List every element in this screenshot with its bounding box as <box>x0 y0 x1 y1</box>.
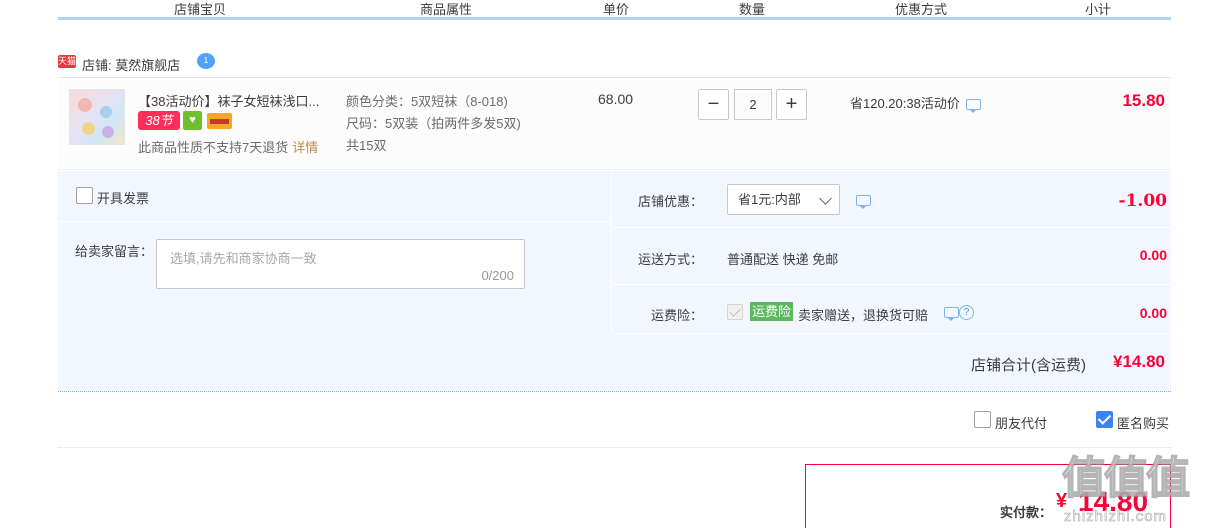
header-col-qty: 数量 <box>739 2 766 17</box>
unit-price: 68.00 <box>598 91 634 107</box>
payment-amount: 14.80 <box>1078 486 1149 517</box>
qty-decrease-button[interactable]: − <box>698 89 729 120</box>
product-title-link[interactable]: 【38活动价】袜子女短袜浅口... <box>138 91 319 110</box>
shipping-amount: 0.00 <box>1139 247 1167 263</box>
shop-discount-label: 店铺优惠： <box>637 194 703 209</box>
no-return-text: 此商品性质不支持7天退货 <box>138 140 289 155</box>
insurance-text: 卖家赠送，退换货可赔 <box>798 308 929 323</box>
invoice-label[interactable]: 开具发票 <box>97 188 149 207</box>
insurance-label: 运费险： <box>650 308 703 323</box>
header-divider <box>547 0 549 2</box>
badge-gift-icon: ♥ <box>183 111 202 130</box>
insurance-amount: 0.00 <box>1139 305 1167 321</box>
insurance-row: 运费险： 运费险 卖家赠送，退换货可赔 ? 0.00 <box>613 285 1171 334</box>
discount-text: 省120.20:38活动价 <box>850 96 960 111</box>
product-thumbnail[interactable] <box>69 89 125 145</box>
extras-row: 朋友代付 匿名购买 <box>58 393 1171 448</box>
shipping-label: 运送方式： <box>637 252 703 267</box>
shop-discount-amount: -1.00 <box>1118 191 1167 211</box>
prop-size: 尺码：5双装（拍两件多发5双) <box>346 116 521 131</box>
no-return-notice: 此商品性质不支持7天退货 详情 <box>138 137 318 156</box>
seller-message-textarea[interactable]: 选填,请先和商家协商一致 0/200 <box>156 239 525 289</box>
help-icon[interactable]: ? <box>959 305 974 320</box>
wangwang-chat-icon[interactable]: 1 <box>197 53 215 69</box>
discount-info: 省120.20:38活动价 <box>850 93 981 113</box>
chevron-down-icon <box>819 192 832 205</box>
header-divider <box>684 0 686 2</box>
cart-table-header: 店铺宝贝 商品属性 单价 数量 优惠方式 小计 <box>58 0 1171 20</box>
comment-icon[interactable] <box>944 307 959 321</box>
qty-increase-button[interactable]: + <box>776 89 807 120</box>
message-label: 给卖家留言： <box>75 244 154 259</box>
options-left-column: 开具发票 给卖家留言： 选填,请先和商家协商一致 0/200 <box>58 171 612 333</box>
header-divider <box>1024 0 1026 2</box>
shop-discount-row: 店铺优惠： 省1元:内部 -1.00 <box>613 171 1171 228</box>
prop-total: 共15双 <box>346 138 387 153</box>
comment-icon[interactable] <box>965 99 981 113</box>
anonymous-label[interactable]: 匿名购买 <box>1117 413 1169 432</box>
header-col-price: 单价 <box>603 2 630 17</box>
prop-color: 颜色分类：5双短袜（8-018) <box>346 94 508 109</box>
qty-input[interactable]: 2 <box>734 89 772 120</box>
shipping-row: 运送方式： 普通配送 快递 免邮 0.00 <box>613 228 1171 285</box>
payment-label: 实付款： <box>1000 505 1053 520</box>
shop-total-row: 店铺合计(含运费) ¥14.80 <box>58 333 1171 392</box>
friend-pay-label[interactable]: 朋友代付 <box>995 413 1047 432</box>
tmall-logo-icon: 天猫 <box>58 55 77 68</box>
order-options-panel: 开具发票 给卖家留言： 选填,请先和商家协商一致 0/200 店铺优惠： 省1元… <box>58 171 1171 392</box>
shipping-method: 普通配送 快递 免邮 <box>727 252 839 267</box>
invoice-row: 开具发票 <box>58 171 612 222</box>
header-col-item: 店铺宝贝 <box>174 2 227 17</box>
badge-card-icon <box>207 113 232 129</box>
details-link[interactable]: 详情 <box>292 140 318 155</box>
message-placeholder: 选填,请先和商家协商一致 <box>170 251 317 266</box>
header-divider <box>345 0 347 2</box>
friend-pay-checkbox[interactable] <box>974 411 991 428</box>
shop-total-value: ¥14.80 <box>1113 352 1165 371</box>
shop-total-label: 店铺合计(含运费) <box>971 357 1086 374</box>
anonymous-checkbox[interactable] <box>1096 411 1113 428</box>
header-col-subtotal: 小计 <box>1085 2 1112 17</box>
invoice-checkbox[interactable] <box>76 187 93 204</box>
comment-icon[interactable] <box>856 195 871 209</box>
shop-discount-select[interactable]: 省1元:内部 <box>727 184 840 215</box>
message-char-count: 0/200 <box>481 268 514 283</box>
badge-38-festival: 38节 <box>138 111 180 130</box>
payment-summary: 实付款： ¥ 14.80 <box>805 464 1171 528</box>
header-col-props: 商品属性 <box>420 2 473 17</box>
header-divider <box>820 0 822 2</box>
payment-currency: ¥ <box>1056 490 1068 512</box>
shop-row: 天猫 店铺: 莫然旗舰店 1 <box>58 52 1171 78</box>
insurance-tag: 运费险 <box>750 302 794 321</box>
product-props: 颜色分类：5双短袜（8-018) 尺码：5双装（拍两件多发5双) 共15双 <box>346 91 521 157</box>
cart-item-row: 【38活动价】袜子女短袜浅口... 38节 ♥ 此商品性质不支持7天退货 详情 颜… <box>58 79 1171 170</box>
insurance-checkbox <box>727 304 743 320</box>
shop-discount-selected: 省1元:内部 <box>738 192 801 207</box>
header-col-discount: 优惠方式 <box>895 2 948 17</box>
shop-name-link[interactable]: 店铺: 莫然旗舰店 <box>82 55 180 74</box>
item-subtotal: 15.80 <box>1122 91 1165 110</box>
